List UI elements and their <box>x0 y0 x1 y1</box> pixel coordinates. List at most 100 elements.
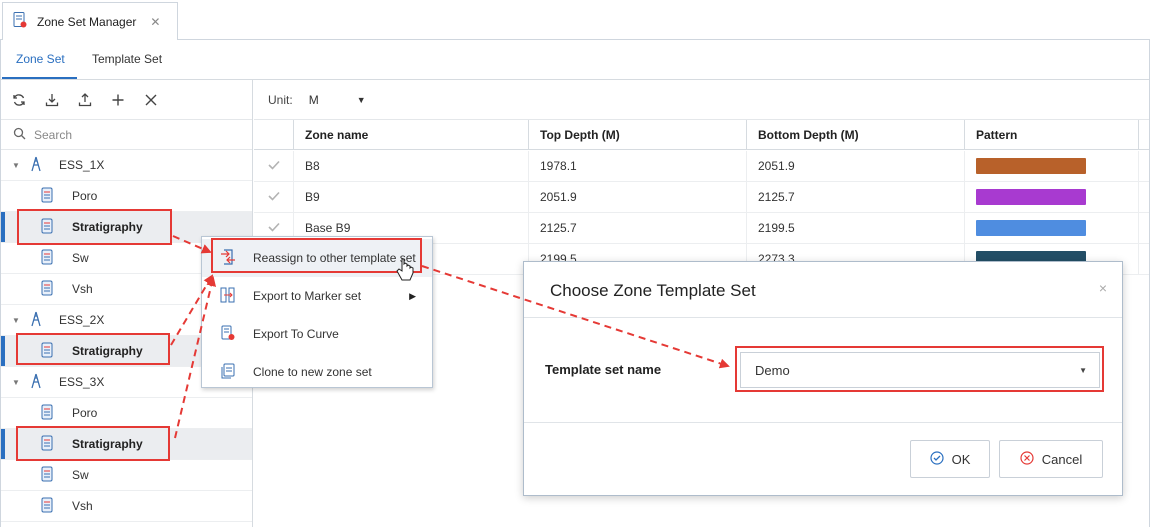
submenu-arrow-icon: ▶ <box>409 290 416 301</box>
tree-zone-item[interactable]: Sw <box>1 460 252 491</box>
well-icon <box>30 156 42 175</box>
column-bottom-depth[interactable]: Bottom Depth (M) <box>747 120 965 149</box>
menu-item-export-marker[interactable]: Export to Marker set ▶ <box>202 277 432 315</box>
caret-down-icon[interactable]: ▼ <box>12 378 20 387</box>
close-tab-icon[interactable]: ✕ <box>150 15 160 29</box>
bottom-depth-cell[interactable]: 2051.9 <box>747 151 965 181</box>
zone-item-label: Sw <box>72 468 89 482</box>
choose-template-dialog: Choose Zone Template Set × Template set … <box>523 261 1123 496</box>
cancel-circle-icon <box>1020 450 1034 468</box>
unit-bar: Unit: M ▼ <box>254 80 1149 120</box>
well-label: ESS_3X <box>59 375 105 389</box>
menu-item-label: Reassign to other template set <box>253 251 416 265</box>
bottom-depth-cell[interactable]: 2125.7 <box>747 182 965 212</box>
pattern-cell[interactable] <box>965 151 1139 181</box>
search-input[interactable]: Search <box>34 128 72 142</box>
ok-label: OK <box>951 451 971 467</box>
close-icon[interactable]: × <box>1099 280 1107 296</box>
check-icon <box>267 221 280 235</box>
row-check-cell[interactable] <box>254 182 294 212</box>
tree-zone-item[interactable]: Stratigraphy <box>1 429 252 460</box>
grid-header: Zone name Top Depth (M) Bottom Depth (M)… <box>254 120 1149 150</box>
top-depth-cell[interactable]: 2051.9 <box>529 182 747 212</box>
select-column-header <box>254 120 294 149</box>
cancel-label: Cancel <box>1041 451 1083 467</box>
pattern-swatch <box>976 220 1086 236</box>
clone-icon <box>220 363 236 382</box>
zone-item-label: Stratigraphy <box>72 220 143 234</box>
ok-button[interactable]: OK <box>910 440 990 478</box>
zone-set-icon <box>41 404 53 423</box>
menu-item-reassign[interactable]: Reassign to other template set <box>202 239 432 277</box>
tree-search[interactable]: Search <box>1 120 252 150</box>
tab-title: Zone Set Manager <box>37 14 137 29</box>
chevron-down-icon[interactable]: ▼ <box>357 95 366 105</box>
unit-select[interactable]: M <box>309 93 319 107</box>
top-depth-cell[interactable]: 1978.1 <box>529 151 747 181</box>
tree-well-node[interactable]: ▼ ESS_1X <box>1 150 252 181</box>
zone-set-icon <box>41 466 53 485</box>
zone-set-icon <box>41 435 53 454</box>
zone-name-cell[interactable]: B9 <box>294 182 529 212</box>
add-icon[interactable] <box>110 92 126 108</box>
template-set-select[interactable]: Demo ▼ <box>740 352 1100 388</box>
zone-item-label: Vsh <box>72 282 93 296</box>
check-icon <box>267 159 280 173</box>
table-row[interactable]: B8 1978.1 2051.9 <box>254 151 1149 182</box>
table-row[interactable]: B9 2051.9 2125.7 <box>254 182 1149 213</box>
menu-item-label: Export to Marker set <box>253 289 362 303</box>
zone-item-label: Poro <box>72 406 98 420</box>
check-circle-icon <box>929 450 944 468</box>
row-check-cell[interactable] <box>254 151 294 181</box>
column-zone-name[interactable]: Zone name <box>294 120 529 149</box>
zone-set-icon <box>41 280 53 299</box>
template-set-name-label: Template set name <box>545 362 662 377</box>
pattern-cell[interactable] <box>965 213 1139 243</box>
zone-set-icon <box>41 187 53 206</box>
tree-zone-item[interactable]: Vsh <box>1 491 252 522</box>
column-top-depth[interactable]: Top Depth (M) <box>529 120 747 149</box>
menu-item-label: Clone to new zone set <box>253 365 372 379</box>
marker-export-icon <box>220 287 236 306</box>
tree-zone-item[interactable]: Poro <box>1 181 252 212</box>
cancel-button[interactable]: Cancel <box>999 440 1103 478</box>
zone-set-icon <box>41 497 53 516</box>
well-icon <box>30 373 42 392</box>
delete-icon[interactable] <box>143 92 159 108</box>
document-tab-strip: Zone Set Manager ✕ <box>0 0 1150 40</box>
well-label: ESS_2X <box>59 313 105 327</box>
well-icon <box>30 311 42 330</box>
search-icon <box>13 127 26 143</box>
pattern-swatch <box>976 158 1086 174</box>
template-set-value: Demo <box>755 362 790 378</box>
zone-set-icon <box>41 218 53 237</box>
tab-template-set[interactable]: Template Set <box>92 52 162 66</box>
menu-item-clone[interactable]: Clone to new zone set <box>202 353 432 391</box>
pattern-cell[interactable] <box>965 182 1139 212</box>
unit-label: Unit: <box>268 92 293 107</box>
bottom-depth-cell[interactable]: 2199.5 <box>747 213 965 243</box>
context-menu: Reassign to other template set Export to… <box>201 236 433 388</box>
caret-down-icon[interactable]: ▼ <box>12 316 20 325</box>
top-depth-cell[interactable]: 2125.7 <box>529 213 747 243</box>
caret-down-icon[interactable]: ▼ <box>12 161 20 170</box>
zone-item-label: Vsh <box>72 499 93 513</box>
column-pattern[interactable]: Pattern <box>965 120 1139 149</box>
check-icon <box>267 190 280 204</box>
reassign-icon <box>220 248 236 268</box>
dialog-divider <box>524 422 1122 423</box>
refresh-icon[interactable] <box>11 92 27 108</box>
menu-item-export-curve[interactable]: Export To Curve <box>202 315 432 353</box>
zone-set-icon <box>41 249 53 268</box>
dialog-title: Choose Zone Template Set <box>550 281 756 300</box>
export-icon[interactable] <box>77 92 93 108</box>
tree-toolbar <box>1 80 252 120</box>
chevron-down-icon[interactable]: ▼ <box>1079 366 1087 375</box>
zone-name-cell[interactable]: B8 <box>294 151 529 181</box>
zone-set-manager-tab[interactable]: Zone Set Manager ✕ <box>2 2 178 40</box>
tree-zone-item[interactable]: Poro <box>1 398 252 429</box>
zone-item-label: Sw <box>72 251 89 265</box>
curve-export-icon <box>220 325 236 344</box>
import-icon[interactable] <box>44 92 60 108</box>
tab-zone-set[interactable]: Zone Set <box>2 52 77 79</box>
